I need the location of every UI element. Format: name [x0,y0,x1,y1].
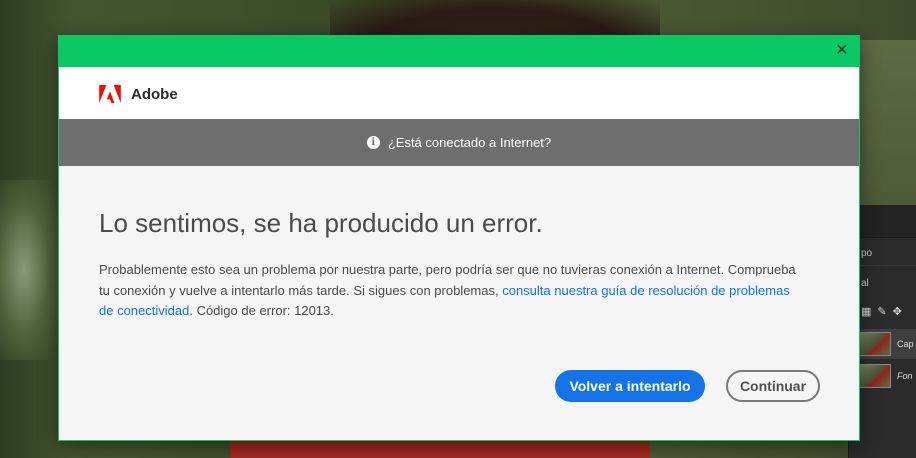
brand-name: Adobe [131,86,178,103]
error-dialog: ✕ Adobe i ¿Está conectado a Internet? Lo… [58,35,860,441]
background-foliage-right [860,40,916,205]
brand-header: Adobe [59,67,859,119]
layer-thumbnail [859,364,891,388]
connection-info-bar: i ¿Está conectado a Internet? [59,119,859,166]
layer-name: Fon [897,371,913,381]
continue-button[interactable]: Continuar [726,370,820,402]
info-text: ¿Está conectado a Internet? [387,135,552,150]
dialog-titlebar: ✕ [59,36,859,67]
brush-icon[interactable]: ✎ [877,305,886,318]
layer-name: Cap [897,339,914,349]
error-title: Lo sentimos, se ha producido un error. [99,208,543,238]
error-code-text: . Código de error: 12013. [189,303,334,318]
info-icon: i [366,136,380,149]
close-button[interactable]: ✕ [833,42,851,60]
layer-thumbnail [859,332,891,356]
adobe-logo-icon [99,85,121,103]
error-message: Probablemente esto sea un problema por n… [99,260,799,322]
background-foliage [0,180,60,360]
retry-button[interactable]: Volver a intentarlo [555,370,705,402]
lock-transparency-icon[interactable]: ▦ [861,305,871,318]
move-icon[interactable]: ✥ [893,305,902,318]
